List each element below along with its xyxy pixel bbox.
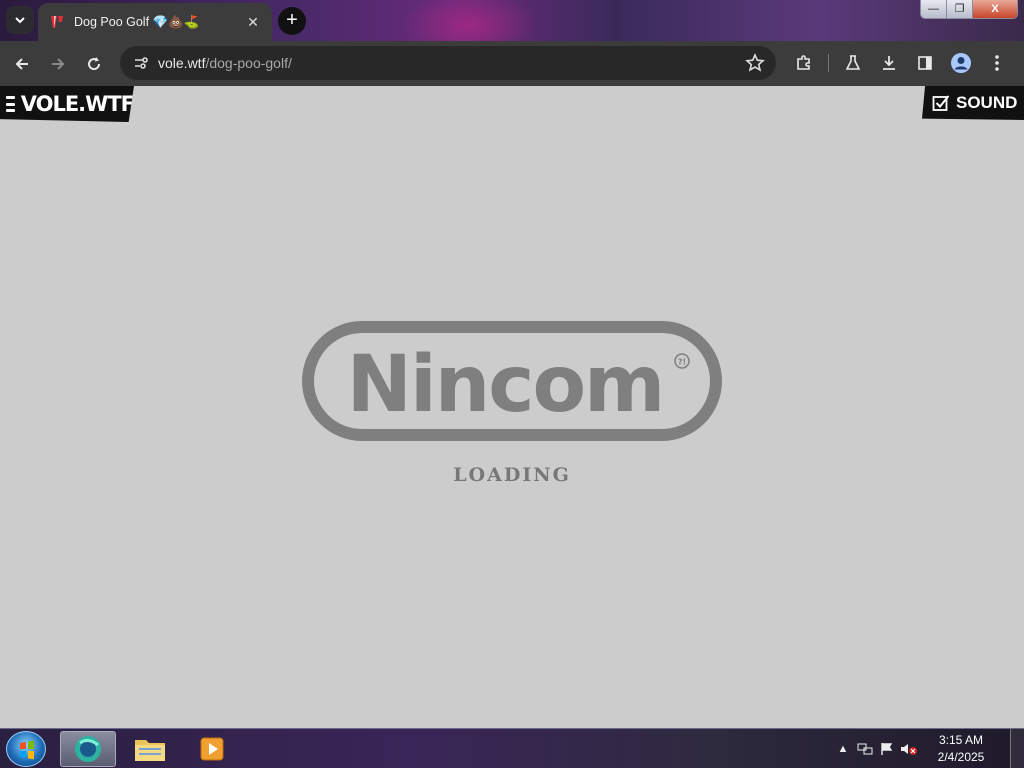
clock-date: 2/4/2025: [937, 750, 985, 764]
volume-muted-icon[interactable]: [898, 740, 920, 758]
taskbar-app-explorer[interactable]: [122, 731, 178, 767]
downloads-button[interactable]: [871, 45, 907, 81]
flask-icon: [845, 55, 861, 70]
menu-button[interactable]: [979, 45, 1015, 81]
close-window-button[interactable]: X: [973, 0, 1017, 18]
hamburger-menu-icon[interactable]: [6, 96, 15, 112]
toolbar-actions: [786, 45, 1015, 81]
page-viewport: VOLE.WTF SOUND Nincom ?! LOADING: [0, 86, 1024, 728]
tab-dog-poo-golf[interactable]: Dog Poo Golf 💎💩⛳ ✕: [38, 3, 272, 41]
restore-button[interactable]: ❐: [947, 0, 973, 18]
taskbar: ▲ 3:15 AM 2/4/2025: [0, 728, 1024, 768]
tab-title: Dog Poo Golf 💎💩⛳: [74, 14, 200, 29]
network-icon[interactable]: [854, 740, 876, 758]
registered-mark-text: ?!: [678, 358, 686, 367]
minimize-button[interactable]: —: [921, 0, 947, 18]
taskbar-app-browser[interactable]: [60, 731, 116, 767]
media-player-icon: [200, 737, 224, 761]
extensions-button[interactable]: [786, 45, 822, 81]
url-host: vole.wtf: [158, 55, 206, 71]
labs-button[interactable]: [835, 45, 871, 81]
folder-icon: [135, 740, 165, 761]
action-center-flag-icon[interactable]: [876, 740, 898, 758]
back-button[interactable]: [4, 46, 40, 82]
new-tab-button[interactable]: +: [278, 7, 306, 35]
browser-app-icon: [75, 736, 101, 762]
forward-button[interactable]: [40, 46, 76, 82]
download-icon: [883, 56, 895, 70]
taskbar-app-media-player[interactable]: [184, 731, 240, 767]
side-panel-button[interactable]: [907, 45, 943, 81]
sound-toggle[interactable]: SOUND: [922, 86, 1024, 120]
window-controls: — ❐ X: [920, 0, 1018, 19]
puzzle-icon: [797, 55, 810, 70]
toolbar-separator: [828, 54, 829, 72]
vole-favicon-icon: [51, 16, 63, 28]
tab-strip: Dog Poo Golf 💎💩⛳ ✕ + — ❐ X: [0, 0, 1024, 41]
loading-text: LOADING: [453, 464, 571, 486]
checkbox-checked-icon[interactable]: [932, 94, 950, 112]
reload-button[interactable]: [76, 46, 112, 82]
vole-logo[interactable]: VOLE.WTF: [21, 92, 134, 116]
arrow-right-icon: [52, 57, 65, 70]
address-bar[interactable]: vole.wtf/dog-poo-golf/: [120, 46, 776, 80]
browser-toolbar: vole.wtf/dog-poo-golf/: [0, 41, 1024, 86]
reload-icon: [88, 56, 101, 70]
plus-icon: +: [286, 9, 298, 31]
show-desktop-button[interactable]: [1010, 729, 1024, 768]
url-path: /dog-poo-golf/: [205, 55, 292, 71]
clock-time: 3:15 AM: [938, 733, 984, 747]
system-clock[interactable]: 3:15 AM 2/4/2025: [928, 732, 994, 766]
bookmark-star-icon[interactable]: [744, 52, 766, 74]
windows-logo-icon: [20, 740, 34, 760]
system-tray: ▲ 3:15 AM 2/4/2025: [832, 729, 994, 768]
url-text: vole.wtf/dog-poo-golf/: [158, 55, 292, 71]
nincom-logo: Nincom ?!: [302, 321, 722, 441]
tab-search-button[interactable]: [6, 6, 34, 34]
sound-label: SOUND: [956, 93, 1018, 112]
site-header-menu[interactable]: VOLE.WTF: [0, 86, 134, 122]
kebab-menu-icon: [995, 55, 999, 71]
avatar-icon: [951, 53, 971, 73]
profile-button[interactable]: [943, 45, 979, 81]
arrow-left-icon: [15, 57, 28, 70]
side-panel-icon: [918, 56, 932, 70]
chevron-down-icon: [15, 17, 25, 24]
start-button[interactable]: [6, 731, 46, 767]
show-hidden-icons-button[interactable]: ▲: [832, 740, 854, 758]
site-settings-icon[interactable]: [128, 50, 154, 76]
nincom-brand-text: Nincom: [347, 340, 664, 430]
close-tab-icon[interactable]: ✕: [244, 13, 262, 31]
